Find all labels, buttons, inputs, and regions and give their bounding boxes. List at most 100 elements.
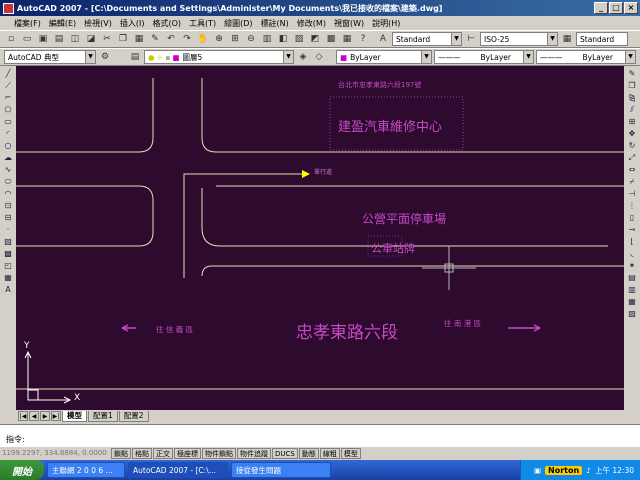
model-toggle[interactable]: 模型 xyxy=(340,447,361,459)
snap-toggle[interactable]: 鎖點 xyxy=(111,447,131,459)
open-file-icon[interactable]: ▭ xyxy=(20,32,34,46)
rectangle-icon[interactable]: ▭ xyxy=(2,116,14,127)
linetype-select[interactable]: ——— ByLayer ▼ xyxy=(434,50,534,64)
scale-icon[interactable]: ⤢ xyxy=(626,152,638,163)
help-icon[interactable]: ? xyxy=(356,32,370,46)
prev-tab-icon[interactable]: ◀ xyxy=(29,411,39,421)
drawing-canvas[interactable]: 台北市忠孝東路六段197號 建盈汽車維修中心 單行道 公營平面停車場 公車站牌 … xyxy=(16,66,624,410)
copy-icon[interactable]: ❐ xyxy=(116,32,130,46)
stretch-icon[interactable]: ⇔ xyxy=(626,164,638,175)
first-tab-icon[interactable]: |◀ xyxy=(18,411,28,421)
plot-preview-icon[interactable]: ◫ xyxy=(68,32,82,46)
trim-icon[interactable]: ⌿ xyxy=(626,176,638,187)
zoom-previous-icon[interactable]: ⊖ xyxy=(244,32,258,46)
ellipse-icon[interactable]: ⬭ xyxy=(2,176,14,187)
break-at-point-icon[interactable]: ⋮ xyxy=(626,200,638,211)
lineweight-toggle[interactable]: 線粗 xyxy=(319,447,340,459)
network-icon[interactable]: ▣ xyxy=(534,466,541,475)
taskbar-item-browser[interactable]: 主聯網 2 0 0 6 ... xyxy=(47,462,125,478)
make-current-layer-icon[interactable]: ◈ xyxy=(296,50,310,64)
osnap-toggle[interactable]: 物件鎖點 xyxy=(202,447,236,459)
gradient-icon[interactable]: ▩ xyxy=(2,248,14,259)
dim-style-icon[interactable]: ⊢ xyxy=(464,32,478,46)
dim-style-select[interactable]: ISO-25 ▼ xyxy=(480,32,558,46)
save-icon[interactable]: ▣ xyxy=(36,32,50,46)
publish-icon[interactable]: ◪ xyxy=(84,32,98,46)
markup-icon[interactable]: ▩ xyxy=(324,32,338,46)
table-style-select[interactable]: Standard xyxy=(576,32,628,46)
table-style-icon[interactable]: ▦ xyxy=(560,32,574,46)
workspace-select[interactable]: AutoCAD 典型 ▼ xyxy=(4,50,96,64)
table-icon[interactable]: ▦ xyxy=(2,272,14,283)
pan-icon[interactable]: ✋ xyxy=(196,32,210,46)
tab-layout2[interactable]: 配置2 xyxy=(118,410,149,422)
grid-toggle[interactable]: 格點 xyxy=(132,447,152,459)
hatch-icon[interactable]: ▨ xyxy=(2,236,14,247)
otrack-toggle[interactable]: 物件追蹤 xyxy=(237,447,271,459)
autocad-app-icon[interactable] xyxy=(3,2,14,14)
array-icon[interactable]: ⊞ xyxy=(626,116,638,127)
menu-modify[interactable]: 修改(M) xyxy=(297,18,326,29)
ortho-toggle[interactable]: 正交 xyxy=(153,447,173,459)
insert-block-icon[interactable]: ⊡ xyxy=(2,200,14,211)
paste-icon[interactable]: ▦ xyxy=(132,32,146,46)
norton-icon[interactable]: Norton xyxy=(545,465,583,475)
color-select[interactable]: ■ ByLayer ▼ xyxy=(336,50,432,64)
properties-icon[interactable]: ▥ xyxy=(260,32,274,46)
menu-draw[interactable]: 繪圖(D) xyxy=(224,18,252,29)
menu-window[interactable]: 視窗(W) xyxy=(334,18,364,29)
construction-line-icon[interactable]: ⟋ xyxy=(2,80,14,91)
menu-insert[interactable]: 插入(I) xyxy=(120,18,145,29)
circle-icon[interactable]: ○ xyxy=(2,140,14,151)
zoom-realtime-icon[interactable]: ⊕ xyxy=(212,32,226,46)
start-button[interactable]: 開始 xyxy=(0,460,44,480)
tool-palettes-icon[interactable]: ▨ xyxy=(292,32,306,46)
menu-view[interactable]: 檢視(V) xyxy=(84,18,112,29)
minimize-button[interactable]: _ xyxy=(594,2,608,14)
calculator-icon[interactable]: ▦ xyxy=(340,32,354,46)
ducs-toggle[interactable]: DUCS xyxy=(272,447,298,459)
arc-icon[interactable]: ◜ xyxy=(2,128,14,139)
layer-select[interactable]: ● ☼ ▪ ■ 圖層5 ▼ xyxy=(144,50,294,64)
sheet-set-icon[interactable]: ◩ xyxy=(308,32,322,46)
next-tab-icon[interactable]: ▶ xyxy=(40,411,50,421)
erase-icon[interactable]: ✎ xyxy=(626,68,638,79)
dim-edit-icon[interactable]: ▦ xyxy=(626,296,638,307)
redo-icon[interactable]: ↷ xyxy=(180,32,194,46)
polar-toggle[interactable]: 極座標 xyxy=(174,447,201,459)
tab-layout1[interactable]: 配置1 xyxy=(88,410,118,422)
menu-edit[interactable]: 編輯(E) xyxy=(49,18,76,29)
explode-icon[interactable]: ✶ xyxy=(626,260,638,271)
menu-file[interactable]: 檔案(F) xyxy=(14,18,41,29)
coordinate-readout[interactable]: 1199.2297, 334.8884, 0.0000 xyxy=(2,449,110,457)
menu-format[interactable]: 格式(O) xyxy=(152,18,181,29)
taskbar-item-error[interactable]: 接從發生問題 xyxy=(231,462,331,478)
text-edit-icon[interactable]: ▥ xyxy=(626,284,638,295)
mirror-icon[interactable]: ⧎ xyxy=(626,92,638,103)
plot-icon[interactable]: ▤ xyxy=(52,32,66,46)
zoom-window-icon[interactable]: ⊞ xyxy=(228,32,242,46)
menu-dimension[interactable]: 標註(N) xyxy=(261,18,289,29)
tab-model[interactable]: 模型 xyxy=(62,410,87,422)
join-icon[interactable]: ⊸ xyxy=(626,224,638,235)
revision-cloud-icon[interactable]: ☁ xyxy=(2,152,14,163)
chamfer-icon[interactable]: ⌊ xyxy=(626,236,638,247)
layer-previous-icon[interactable]: ◇ xyxy=(312,50,326,64)
properties-panel-icon[interactable]: ▧ xyxy=(626,308,638,319)
dyn-toggle[interactable]: 動態 xyxy=(298,447,319,459)
volume-icon[interactable]: ♪ xyxy=(586,466,591,475)
multiline-text-icon[interactable]: A xyxy=(2,284,14,295)
cut-icon[interactable]: ✂ xyxy=(100,32,114,46)
menu-tools[interactable]: 工具(T) xyxy=(189,18,216,29)
polyline-icon[interactable]: ⌐ xyxy=(2,92,14,103)
ellipse-arc-icon[interactable]: ◠ xyxy=(2,188,14,199)
extend-icon[interactable]: ⊣ xyxy=(626,188,638,199)
polygon-icon[interactable]: ⬠ xyxy=(2,104,14,115)
break-icon[interactable]: ▯ xyxy=(626,212,638,223)
new-file-icon[interactable]: ▫ xyxy=(4,32,18,46)
region-icon[interactable]: ◰ xyxy=(2,260,14,271)
text-style-icon[interactable]: A xyxy=(376,32,390,46)
lineweight-select[interactable]: ——— ByLayer ▼ xyxy=(536,50,636,64)
line-icon[interactable]: ╱ xyxy=(2,68,14,79)
menu-help[interactable]: 說明(H) xyxy=(372,18,400,29)
